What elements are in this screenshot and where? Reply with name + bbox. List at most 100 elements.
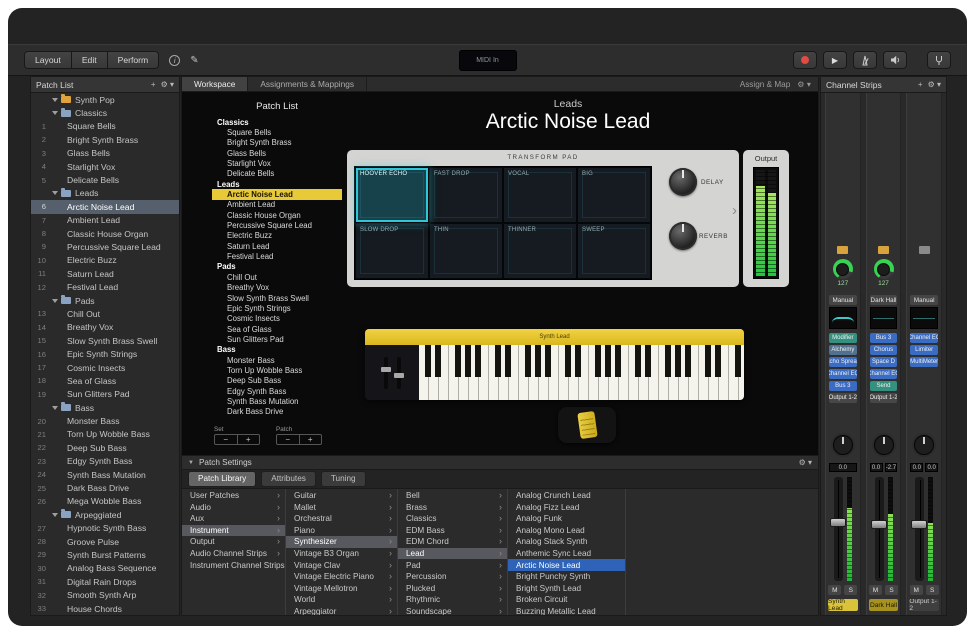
add-channel-strip-button[interactable]: +: [918, 80, 923, 89]
library-item[interactable]: Mallet›: [286, 502, 397, 514]
patch-list-row[interactable]: 14 Breathy Vox: [31, 321, 179, 334]
record-button[interactable]: [793, 51, 817, 69]
strip-slot-button[interactable]: Limiter: [910, 345, 938, 355]
keyboard-keys[interactable]: [419, 345, 744, 400]
pitch-wheel[interactable]: [384, 357, 388, 389]
library-item[interactable]: Analog Stack Synth›: [508, 536, 625, 548]
pitch-mod-wheels[interactable]: [365, 345, 419, 400]
channel-setting-button[interactable]: Dark Hall: [870, 295, 898, 305]
workspace-patch-item[interactable]: Slow Synth Brass Swell: [212, 293, 342, 303]
library-item[interactable]: Instrument Channel Strips›: [182, 559, 285, 571]
library-item[interactable]: Audio Channel Strips›: [182, 548, 285, 560]
library-item[interactable]: Aux›: [182, 513, 285, 525]
patch-list-row[interactable]: 21 Torn Up Wobble Bass: [31, 428, 179, 441]
channel-setting-button[interactable]: Manual: [829, 295, 857, 305]
info-button[interactable]: i: [169, 55, 180, 66]
strip-slot-button[interactable]: Space D: [870, 357, 898, 367]
strip-slot-button[interactable]: Echo Spread: [829, 357, 857, 367]
workspace-patch-item[interactable]: Bass: [212, 345, 342, 355]
eq-display[interactable]: [910, 307, 938, 329]
library-item[interactable]: Vintage B3 Organ›: [286, 548, 397, 560]
patch-list-row[interactable]: 1 Square Bells: [31, 120, 179, 133]
strip-slot-button[interactable]: Channel EQ: [829, 369, 857, 379]
transform-pad-cell[interactable]: BIG: [577, 167, 651, 223]
library-item[interactable]: EDM Bass›: [398, 525, 507, 537]
workspace-patch-item[interactable]: Monster Bass: [212, 355, 342, 365]
library-item[interactable]: Arctic Noise Lead›: [508, 559, 625, 571]
metronome-button[interactable]: [853, 51, 877, 69]
workspace-patch-item[interactable]: Sun Glitters Pad: [212, 334, 342, 344]
patch-list-row[interactable]: 12 Festival Lead: [31, 280, 179, 293]
patch-list-row[interactable]: 20 Monster Bass: [31, 414, 179, 427]
stepper-minus-button[interactable]: −: [277, 435, 300, 444]
library-item[interactable]: Orchestral›: [286, 513, 397, 525]
patch-list-row[interactable]: 13 Chill Out: [31, 307, 179, 320]
library-item[interactable]: Piano›: [286, 525, 397, 537]
fader-handle[interactable]: [911, 520, 927, 529]
mute-button[interactable]: M: [869, 585, 882, 595]
strip-slot-button[interactable]: Output 1-2: [829, 393, 857, 403]
workspace-patch-item[interactable]: Torn Up Wobble Bass: [212, 365, 342, 375]
library-item[interactable]: Classics›: [398, 513, 507, 525]
library-item[interactable]: Synthesizer›: [286, 536, 397, 548]
workspace-patch-item[interactable]: Classics: [212, 117, 342, 127]
patch-list-row[interactable]: 2 Bright Synth Brass: [31, 133, 179, 146]
strip-slot-button[interactable]: Bus 3: [870, 333, 898, 343]
workspace-patch-item[interactable]: Epic Synth Strings: [212, 303, 342, 313]
solo-button[interactable]: S: [926, 585, 939, 595]
workspace-patch-item[interactable]: Arctic Noise Lead: [212, 189, 342, 199]
strip-slot-button[interactable]: Output 1-2: [870, 393, 898, 403]
library-item[interactable]: Percussion›: [398, 571, 507, 583]
workspace-patch-item[interactable]: Dark Bass Drive: [212, 407, 342, 417]
workspace-patch-item[interactable]: Leads: [212, 179, 342, 189]
transform-pad-cell[interactable]: SWEEP: [577, 223, 651, 279]
patch-list-row[interactable]: 11 Saturn Lead: [31, 267, 179, 280]
patch-list-row[interactable]: Arpeggiated: [31, 508, 179, 521]
patch-list-row[interactable]: 4 Starlight Vox: [31, 160, 179, 173]
stepper-minus-button[interactable]: −: [215, 435, 238, 444]
patch-list-row[interactable]: Bass: [31, 401, 179, 414]
library-item[interactable]: Vintage Electric Piano›: [286, 571, 397, 583]
disclosure-triangle-icon[interactable]: [52, 98, 58, 102]
patch-list-row[interactable]: 10 Electric Buzz: [31, 254, 179, 267]
library-item[interactable]: Anthemic Sync Lead›: [508, 548, 625, 560]
workspace-tab[interactable]: Assignments & Mappings: [248, 77, 367, 91]
workspace-tab[interactable]: Workspace: [182, 77, 248, 91]
strip-slot-button[interactable]: Channel EQ: [870, 369, 898, 379]
workspace-patch-item[interactable]: Saturn Lead: [212, 241, 342, 251]
patch-list-gear-icon[interactable]: ⚙ ▾: [161, 80, 174, 89]
library-item[interactable]: Lead›: [398, 548, 507, 560]
library-item[interactable]: Audio›: [182, 502, 285, 514]
strip-slot-button[interactable]: Bus 3: [829, 381, 857, 391]
eq-display[interactable]: [829, 307, 857, 329]
strip-slot-button[interactable]: Modifier: [829, 333, 857, 343]
library-item[interactable]: Buzzing Metallic Lead›: [508, 605, 625, 615]
patch-list-row[interactable]: Synth Pop: [31, 93, 179, 106]
strip-slot-button[interactable]: Send: [870, 381, 898, 391]
patch-list-row[interactable]: 24 Synth Bass Mutation: [31, 468, 179, 481]
patch-list-row[interactable]: 7 Ambient Lead: [31, 214, 179, 227]
library-item[interactable]: Arpeggiator›: [286, 605, 397, 615]
volume-fader[interactable]: [875, 477, 884, 581]
library-tab[interactable]: Patch Library: [188, 471, 256, 487]
library-item[interactable]: Brass›: [398, 502, 507, 514]
patch-list-row[interactable]: 18 Sea of Glass: [31, 374, 179, 387]
channel-setting-button[interactable]: Manual: [910, 295, 938, 305]
workspace-patch-item[interactable]: Glass Bells: [212, 148, 342, 158]
disclosure-triangle-icon[interactable]: [52, 513, 58, 517]
assign-map-button[interactable]: Assign & Map: [740, 80, 791, 89]
patch-list-row[interactable]: Pads: [31, 294, 179, 307]
pan-knob[interactable]: [874, 435, 894, 455]
patch-list-row[interactable]: 33 House Chords: [31, 602, 179, 615]
mode-button[interactable]: Layout: [25, 52, 72, 68]
library-item[interactable]: User Patches›: [182, 490, 285, 502]
patch-list-row[interactable]: 3 Glass Bells: [31, 147, 179, 160]
library-item[interactable]: Guitar›: [286, 490, 397, 502]
workspace-patch-item[interactable]: Percussive Square Lead: [212, 220, 342, 230]
fader-handle[interactable]: [871, 520, 887, 529]
strip-slot-button[interactable]: Chorus: [870, 345, 898, 355]
patch-list-row[interactable]: 32 Smooth Synth Arp: [31, 588, 179, 601]
patch-list-row[interactable]: 23 Edgy Synth Bass: [31, 455, 179, 468]
library-item[interactable]: Output›: [182, 536, 285, 548]
library-item[interactable]: Bright Punchy Synth›: [508, 571, 625, 583]
